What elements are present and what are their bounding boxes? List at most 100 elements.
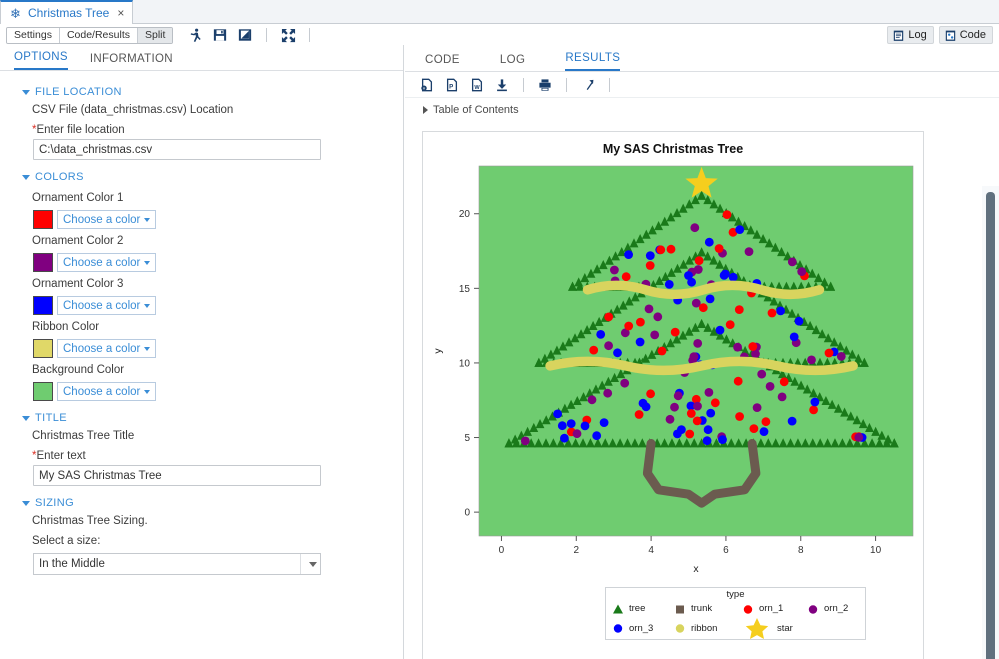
- ornament-orn_2: [704, 388, 714, 397]
- svg-text:0: 0: [464, 508, 470, 519]
- svg-text:8: 8: [798, 545, 804, 556]
- log-button-label: Log: [908, 29, 927, 41]
- code-button-label: Code: [959, 29, 986, 41]
- ornament-orn_3: [715, 325, 725, 335]
- maximize-icon[interactable]: [280, 27, 296, 43]
- ornament-orn_2: [765, 382, 775, 391]
- results-toolbar-divider-2: [566, 77, 567, 92]
- run-icon[interactable]: [187, 27, 203, 43]
- ornament-orn_1: [666, 244, 676, 254]
- ornament-orn_1: [670, 327, 680, 337]
- group-sizing[interactable]: SIZING: [0, 486, 403, 512]
- ornament-orn_2: [733, 342, 742, 352]
- chevron-down-icon[interactable]: [300, 554, 320, 574]
- title-input[interactable]: [33, 465, 321, 486]
- document-tab-christmas-tree[interactable]: ❄ Christmas Tree ×: [0, 0, 134, 24]
- ornament-orn_3: [735, 225, 745, 234]
- settings-button[interactable]: Settings: [7, 27, 60, 43]
- size-select[interactable]: In the Middle: [33, 553, 321, 575]
- chevron-down-icon: [22, 174, 30, 180]
- tab-information[interactable]: INFORMATION: [90, 53, 173, 70]
- toolbar-divider-2: [309, 28, 311, 42]
- file-location-field-label: *Enter file location: [32, 124, 125, 136]
- ornament-orn_3: [560, 433, 569, 443]
- ornament-orn_2: [653, 312, 663, 322]
- tab-options[interactable]: OPTIONS: [14, 51, 68, 70]
- choose-color-button-ornament-2[interactable]: Choose a color: [57, 253, 157, 272]
- chevron-down-icon: [22, 89, 30, 95]
- group-colors[interactable]: COLORS: [0, 160, 403, 186]
- svg-text:W: W: [474, 84, 480, 90]
- ornament-orn_1: [692, 416, 702, 426]
- ornament-orn_2: [587, 395, 597, 405]
- ornament-orn_3: [794, 316, 804, 326]
- ornament-orn_1: [686, 409, 696, 418]
- svg-text:5: 5: [464, 433, 470, 444]
- tab-log[interactable]: LOG: [500, 54, 526, 71]
- background-color-label: Background Color: [32, 364, 125, 376]
- code-results-button[interactable]: Code/Results: [59, 27, 138, 43]
- tab-code[interactable]: CODE: [425, 54, 460, 71]
- star-marker-icon: [745, 618, 769, 639]
- chevron-right-icon: [423, 106, 428, 114]
- circle-marker-icon: [808, 604, 818, 614]
- close-icon[interactable]: ×: [115, 6, 124, 20]
- color-swatch-ornament-2[interactable]: [33, 253, 53, 272]
- title-description: Christmas Tree Title: [32, 430, 135, 442]
- ornament-orn_2: [744, 247, 754, 256]
- ornament-orn_3: [706, 408, 716, 418]
- color-swatch-ornament-3[interactable]: [33, 296, 53, 315]
- export-pdf-icon[interactable]: P: [444, 77, 460, 93]
- code-button[interactable]: Code: [938, 26, 993, 44]
- legend-entries: tree trunk orn_1 orn_2 orn_3 ribbon star: [606, 600, 865, 639]
- svg-text:10: 10: [459, 358, 471, 369]
- table-of-contents-toggle[interactable]: Table of Contents: [405, 98, 999, 120]
- legend-row-2: orn_3 ribbon star: [612, 617, 859, 639]
- ornament-color-2-row: Choose a color: [0, 253, 403, 272]
- ornament-color-1-label: Ornament Color 1: [32, 192, 124, 204]
- ornament-orn_1: [621, 272, 631, 282]
- open-new-window-icon[interactable]: [580, 77, 596, 93]
- choose-color-button-ribbon[interactable]: Choose a color: [57, 339, 157, 358]
- choose-color-button-ornament-3[interactable]: Choose a color: [57, 296, 157, 315]
- file-location-input[interactable]: [33, 139, 321, 160]
- save-icon[interactable]: [212, 27, 228, 43]
- color-swatch-ornament-1[interactable]: [33, 210, 53, 229]
- log-button[interactable]: Log: [887, 26, 934, 44]
- download-icon[interactable]: [494, 77, 510, 93]
- save-as-icon[interactable]: [237, 27, 253, 43]
- ornament-orn_3: [684, 271, 693, 280]
- choose-color-button-ornament-1[interactable]: Choose a color: [57, 210, 157, 229]
- ornament-orn_3: [718, 435, 727, 444]
- ornament-orn_2: [807, 355, 816, 365]
- ribbon-color-label: Ribbon Color: [32, 321, 100, 333]
- results-scrollbar-thumb[interactable]: [986, 192, 995, 659]
- ornament-orn_1: [749, 424, 759, 433]
- x-axis-label: x: [693, 563, 699, 575]
- ornament-orn_2: [690, 223, 700, 233]
- ornament-orn_3: [704, 237, 714, 247]
- ornament-orn_3: [635, 337, 645, 347]
- group-sizing-label: SIZING: [35, 497, 75, 509]
- print-icon[interactable]: [537, 77, 553, 93]
- sizing-field-label: Select a size:: [32, 535, 101, 547]
- color-swatch-ribbon[interactable]: [33, 339, 53, 358]
- export-html-icon[interactable]: H: [419, 77, 435, 93]
- group-file-location[interactable]: FILE LOCATION: [0, 81, 403, 101]
- sizing-description: Christmas Tree Sizing.: [32, 515, 148, 527]
- ornament-orn_1: [657, 346, 667, 356]
- svg-text:15: 15: [459, 284, 471, 295]
- color-swatch-background[interactable]: [33, 382, 53, 401]
- right-panel-tabs: CODE LOG RESULTS: [405, 45, 999, 72]
- group-title[interactable]: TITLE: [0, 401, 403, 427]
- split-button[interactable]: Split: [137, 27, 173, 43]
- ornament-orn_2: [854, 432, 864, 442]
- ornament-orn_1: [761, 417, 771, 427]
- results-panel: CODE LOG RESULTS H P W Table of Contents…: [405, 45, 999, 659]
- tab-results[interactable]: RESULTS: [565, 52, 621, 71]
- choose-color-button-background[interactable]: Choose a color: [57, 382, 157, 401]
- export-word-icon[interactable]: W: [469, 77, 485, 93]
- svg-text:4: 4: [648, 545, 654, 556]
- chevron-down-icon: [144, 346, 151, 351]
- legend-item-orn-2: orn_2: [807, 603, 848, 615]
